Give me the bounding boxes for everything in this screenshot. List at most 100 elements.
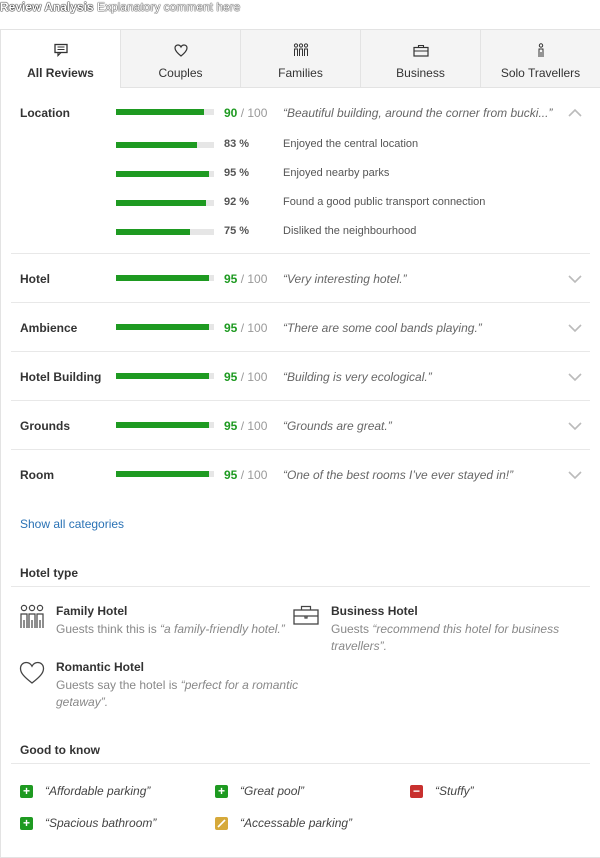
category-score: 90 / 100 xyxy=(224,106,267,120)
family-icon xyxy=(20,604,44,628)
family-hotel-desc: Guests think this is “a family-friendly … xyxy=(56,621,285,638)
category-score: 95 / 100 xyxy=(224,468,267,482)
tab-label: All Reviews xyxy=(27,66,94,80)
score-max: / 100 xyxy=(240,321,268,335)
detail-bar-fill xyxy=(116,229,190,235)
divider xyxy=(11,302,590,303)
good-to-know-item: “Spacious bathroom” xyxy=(45,816,157,830)
desc-quote-cont: travellers”. xyxy=(331,639,388,653)
person-icon xyxy=(537,42,545,58)
chevron-down-icon[interactable] xyxy=(567,372,583,382)
header-comment: Explanatory comment here xyxy=(96,0,241,14)
score-value: 95 xyxy=(224,419,238,433)
romantic-hotel-title: Romantic Hotel xyxy=(56,660,145,674)
category-quote: “One of the best rooms I’ve ever stayed … xyxy=(283,468,514,482)
score-max: / 100 xyxy=(240,272,268,286)
location-detail-row: 83 % Enjoyed the central location xyxy=(11,138,590,154)
detail-text: Enjoyed nearby parks xyxy=(283,167,390,179)
score-bar-fill xyxy=(116,109,205,115)
detail-bar-fill xyxy=(116,171,210,177)
plus-icon: + xyxy=(20,817,33,830)
divider xyxy=(11,400,590,401)
category-name: Location xyxy=(20,106,70,120)
score-bar xyxy=(116,422,214,428)
divider xyxy=(11,351,590,352)
heart-icon xyxy=(173,42,188,58)
show-all-categories-link[interactable]: Show all categories xyxy=(20,517,124,531)
score-bar-fill xyxy=(116,471,210,477)
category-quote: “Grounds are great.” xyxy=(283,419,392,433)
score-max: / 100 xyxy=(240,370,268,384)
romantic-hotel-desc: Guests say the hotel is “perfect for a r… xyxy=(56,677,316,711)
category-name: Grounds xyxy=(20,419,70,433)
category-row-hotel[interactable]: Hotel 95 / 100 “Very interesting hotel.” xyxy=(11,272,590,292)
score-value: 95 xyxy=(224,370,238,384)
tab-all-reviews[interactable]: All Reviews xyxy=(1,30,120,88)
tab-families[interactable]: Families xyxy=(240,30,360,88)
good-to-know-item: “Affordable parking” xyxy=(45,784,151,798)
score-bar xyxy=(116,324,214,330)
category-name: Hotel xyxy=(20,272,50,286)
chevron-down-icon[interactable] xyxy=(567,421,583,431)
heart-icon xyxy=(19,661,45,684)
good-to-know-item: “Stuffy” xyxy=(435,784,474,798)
tab-couples[interactable]: Couples xyxy=(120,30,240,88)
tab-label: Business xyxy=(396,66,445,80)
chevron-down-icon[interactable] xyxy=(567,470,583,480)
desc-quote: “perfect for a romantic xyxy=(180,678,299,692)
category-name: Ambience xyxy=(20,321,78,335)
category-row-location[interactable]: Location 90 / 100 “Beautiful building, a… xyxy=(11,106,590,126)
desc-text: Guests xyxy=(331,622,373,636)
category-row-room[interactable]: Room 95 / 100 “One of the best rooms I’v… xyxy=(11,468,590,488)
score-max: / 100 xyxy=(240,419,268,433)
desc-text: Guests say the hotel is xyxy=(56,678,181,692)
divider xyxy=(11,586,590,587)
header-title: Review Analysis xyxy=(0,0,94,14)
category-score: 95 / 100 xyxy=(224,321,267,335)
desc-quote: “a family-friendly hotel.” xyxy=(160,622,285,636)
neutral-icon xyxy=(215,817,228,830)
tab-business[interactable]: Business xyxy=(360,30,480,88)
detail-text: Enjoyed the central location xyxy=(283,138,419,150)
category-quote: “Building is very ecological.” xyxy=(283,370,432,384)
score-bar xyxy=(116,373,214,379)
detail-text: Disliked the neighbourhood xyxy=(283,225,417,237)
category-row-ambience[interactable]: Ambience 95 / 100 “There are some cool b… xyxy=(11,321,590,341)
plus-icon: + xyxy=(20,785,33,798)
desc-quote-cont: getaway”. xyxy=(56,695,109,709)
detail-bar xyxy=(116,171,214,177)
divider xyxy=(11,253,590,254)
tab-label: Families xyxy=(278,66,323,80)
detail-percent: 95 % xyxy=(224,167,250,179)
score-bar-fill xyxy=(116,324,210,330)
business-hotel-title: Business Hotel xyxy=(331,604,418,618)
category-score: 95 / 100 xyxy=(224,419,267,433)
minus-icon: − xyxy=(410,785,423,798)
score-bar xyxy=(116,471,214,477)
category-row-grounds[interactable]: Grounds 95 / 100 “Grounds are great.” xyxy=(11,419,590,439)
tab-bar: All Reviews Couples Families Business So… xyxy=(1,30,600,88)
detail-percent: 83 % xyxy=(224,138,250,150)
detail-bar xyxy=(116,200,214,206)
briefcase-icon xyxy=(293,605,319,625)
score-bar xyxy=(116,109,214,115)
detail-percent: 92 % xyxy=(224,196,250,208)
location-detail-row: 92 % Found a good public transport conne… xyxy=(11,196,590,212)
chevron-down-icon[interactable] xyxy=(567,274,583,284)
tab-label: Couples xyxy=(158,66,203,80)
score-bar-fill xyxy=(116,422,210,428)
score-value: 95 xyxy=(224,468,238,482)
category-quote: “Very interesting hotel.” xyxy=(283,272,407,286)
tab-solo-travellers[interactable]: Solo Travellers xyxy=(480,30,600,88)
chevron-up-icon[interactable] xyxy=(567,108,583,118)
detail-bar xyxy=(116,142,214,148)
business-hotel-desc: Guests “recommend this hotel for busines… xyxy=(331,621,591,655)
location-detail-row: 95 % Enjoyed nearby parks xyxy=(11,167,590,183)
score-value: 95 xyxy=(224,272,238,286)
chevron-down-icon[interactable] xyxy=(567,323,583,333)
category-row-hotel-building[interactable]: Hotel Building 95 / 100 “Building is ver… xyxy=(11,370,590,390)
family-hotel-title: Family Hotel xyxy=(56,604,128,618)
hotel-type-title: Hotel type xyxy=(20,566,79,580)
family-icon xyxy=(293,42,309,58)
detail-bar xyxy=(116,229,214,235)
